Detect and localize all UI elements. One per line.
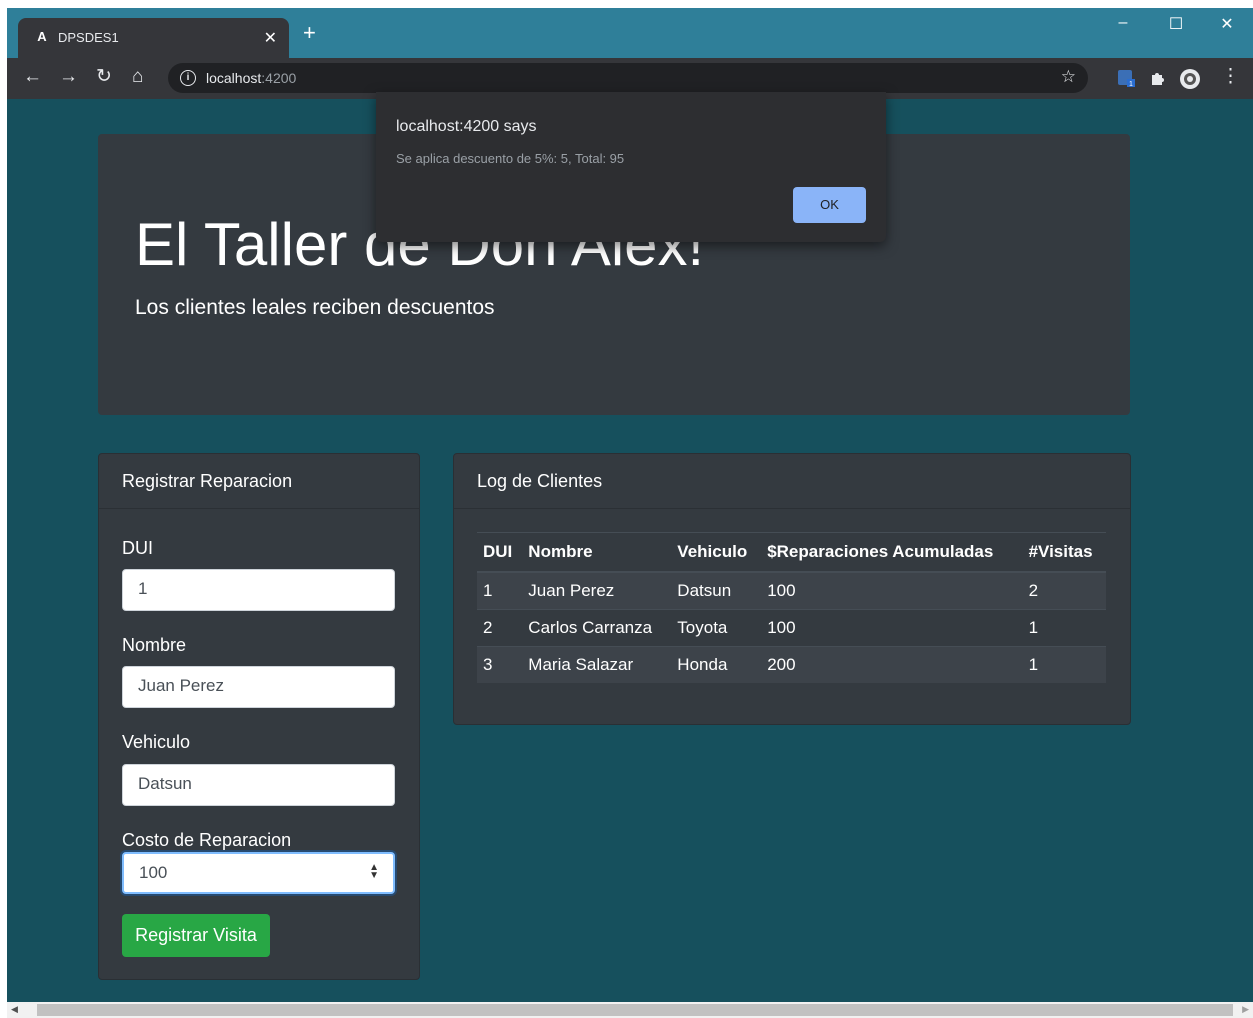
table-cell: 2 [1022, 571, 1106, 610]
table-cell: Carlos Carranza [522, 609, 672, 647]
reload-icon[interactable]: ↻ [96, 66, 112, 88]
browser-window: A DPSDES1 ✕ + – ☐ ✕ ← → ↻ ⌂ i localhost:… [7, 8, 1253, 1018]
scroll-right-icon[interactable]: ▶ [1242, 1004, 1249, 1015]
browser-tab[interactable]: A DPSDES1 ✕ [18, 18, 289, 58]
info-icon[interactable]: i [180, 70, 196, 86]
column-header: #Visitas [1022, 532, 1106, 573]
maximize-icon[interactable]: ☐ [1156, 14, 1196, 34]
costo-label: Costo de Reparacion [122, 830, 292, 850]
dui-input[interactable]: 1 [122, 569, 395, 611]
registrar-visita-button[interactable]: Registrar Visita [122, 914, 270, 957]
close-tab-icon[interactable]: ✕ [264, 28, 277, 48]
column-header: Nombre [522, 532, 672, 573]
table-header-row: DUI Nombre Vehiculo $Reparaciones Acumul… [477, 532, 1106, 573]
client-log-header: Log de Clientes [454, 454, 1130, 509]
table-cell: Maria Salazar [522, 646, 672, 683]
scrollbar-thumb[interactable] [37, 1004, 1233, 1016]
ok-button[interactable]: OK [793, 187, 866, 223]
table-cell: 100 [761, 609, 1023, 647]
horizontal-scrollbar[interactable]: ◀ ▶ [7, 1002, 1253, 1018]
extensions-puzzle-icon[interactable] [1148, 68, 1168, 88]
table-cell: Toyota [671, 609, 762, 647]
vehiculo-label: Vehiculo [122, 732, 191, 752]
home-icon[interactable]: ⌂ [132, 66, 143, 88]
page-subtitle: Los clientes leales reciben descuentos [135, 296, 495, 319]
table-row: 2 Carlos Carranza Toyota 100 1 [477, 609, 1106, 647]
profile-avatar-icon[interactable] [1179, 68, 1200, 89]
table-cell: 1 [477, 571, 523, 610]
scroll-left-icon[interactable]: ◀ [11, 1004, 18, 1015]
table-row: 3 Maria Salazar Honda 200 1 [477, 646, 1106, 683]
back-icon[interactable]: ← [23, 66, 42, 88]
address-bar[interactable]: i localhost:4200 ☆ [168, 63, 1088, 93]
nombre-input[interactable]: Juan Perez [122, 666, 395, 708]
extension-shield-icon[interactable]: 1 [1116, 68, 1136, 88]
client-log-table: DUI Nombre Vehiculo $Reparaciones Acumul… [477, 532, 1106, 683]
register-repair-card: Registrar Reparacion DUI 1 Nombre Juan P… [98, 453, 420, 980]
dialog-title: localhost:4200 says [396, 118, 537, 135]
minimize-icon[interactable]: – [1103, 14, 1143, 32]
table-cell: Juan Perez [522, 571, 672, 610]
bookmark-star-icon[interactable]: ☆ [1061, 67, 1076, 87]
table-row: 1 Juan Perez Datsun 100 2 [477, 571, 1106, 610]
url-text: localhost:4200 [206, 70, 296, 86]
new-tab-icon[interactable]: + [303, 22, 316, 44]
table-cell: 200 [761, 646, 1023, 683]
tab-title: DPSDES1 [58, 30, 119, 45]
client-log-card: Log de Clientes DUI Nombre Vehiculo $Rep… [453, 453, 1131, 725]
dui-label: DUI [122, 538, 153, 558]
costo-value: 100 [139, 863, 168, 882]
menu-kebab-icon[interactable]: ⋮ [1221, 66, 1240, 88]
angular-icon: A [37, 29, 47, 44]
table-cell: Datsun [671, 571, 762, 610]
table-cell: Honda [671, 646, 762, 683]
close-window-icon[interactable]: ✕ [1207, 14, 1247, 34]
costo-input[interactable]: 100 ▲ ▼ [122, 852, 395, 894]
table-cell: 1 [1022, 609, 1106, 647]
svg-text:1: 1 [1129, 81, 1133, 88]
url-host: localhost [206, 70, 262, 86]
title-bar: A DPSDES1 ✕ + – ☐ ✕ [7, 8, 1253, 58]
column-header: DUI [477, 532, 523, 573]
nombre-label: Nombre [122, 635, 187, 655]
dialog-message: Se aplica descuento de 5%: 5, Total: 95 [396, 151, 625, 166]
table-cell: 1 [1022, 646, 1106, 683]
table-cell: 100 [761, 571, 1023, 610]
url-port: :4200 [261, 70, 297, 86]
forward-icon[interactable]: → [59, 66, 78, 88]
table-cell: 2 [477, 609, 523, 647]
number-spinner-icon[interactable]: ▲ ▼ [369, 863, 379, 881]
vehiculo-input[interactable]: Datsun [122, 764, 395, 806]
table-cell: 3 [477, 646, 523, 683]
column-header: Vehiculo [671, 532, 762, 573]
register-repair-header: Registrar Reparacion [99, 454, 419, 509]
alert-dialog: localhost:4200 says Se aplica descuento … [376, 92, 886, 242]
column-header: $Reparaciones Acumuladas [761, 532, 1023, 573]
